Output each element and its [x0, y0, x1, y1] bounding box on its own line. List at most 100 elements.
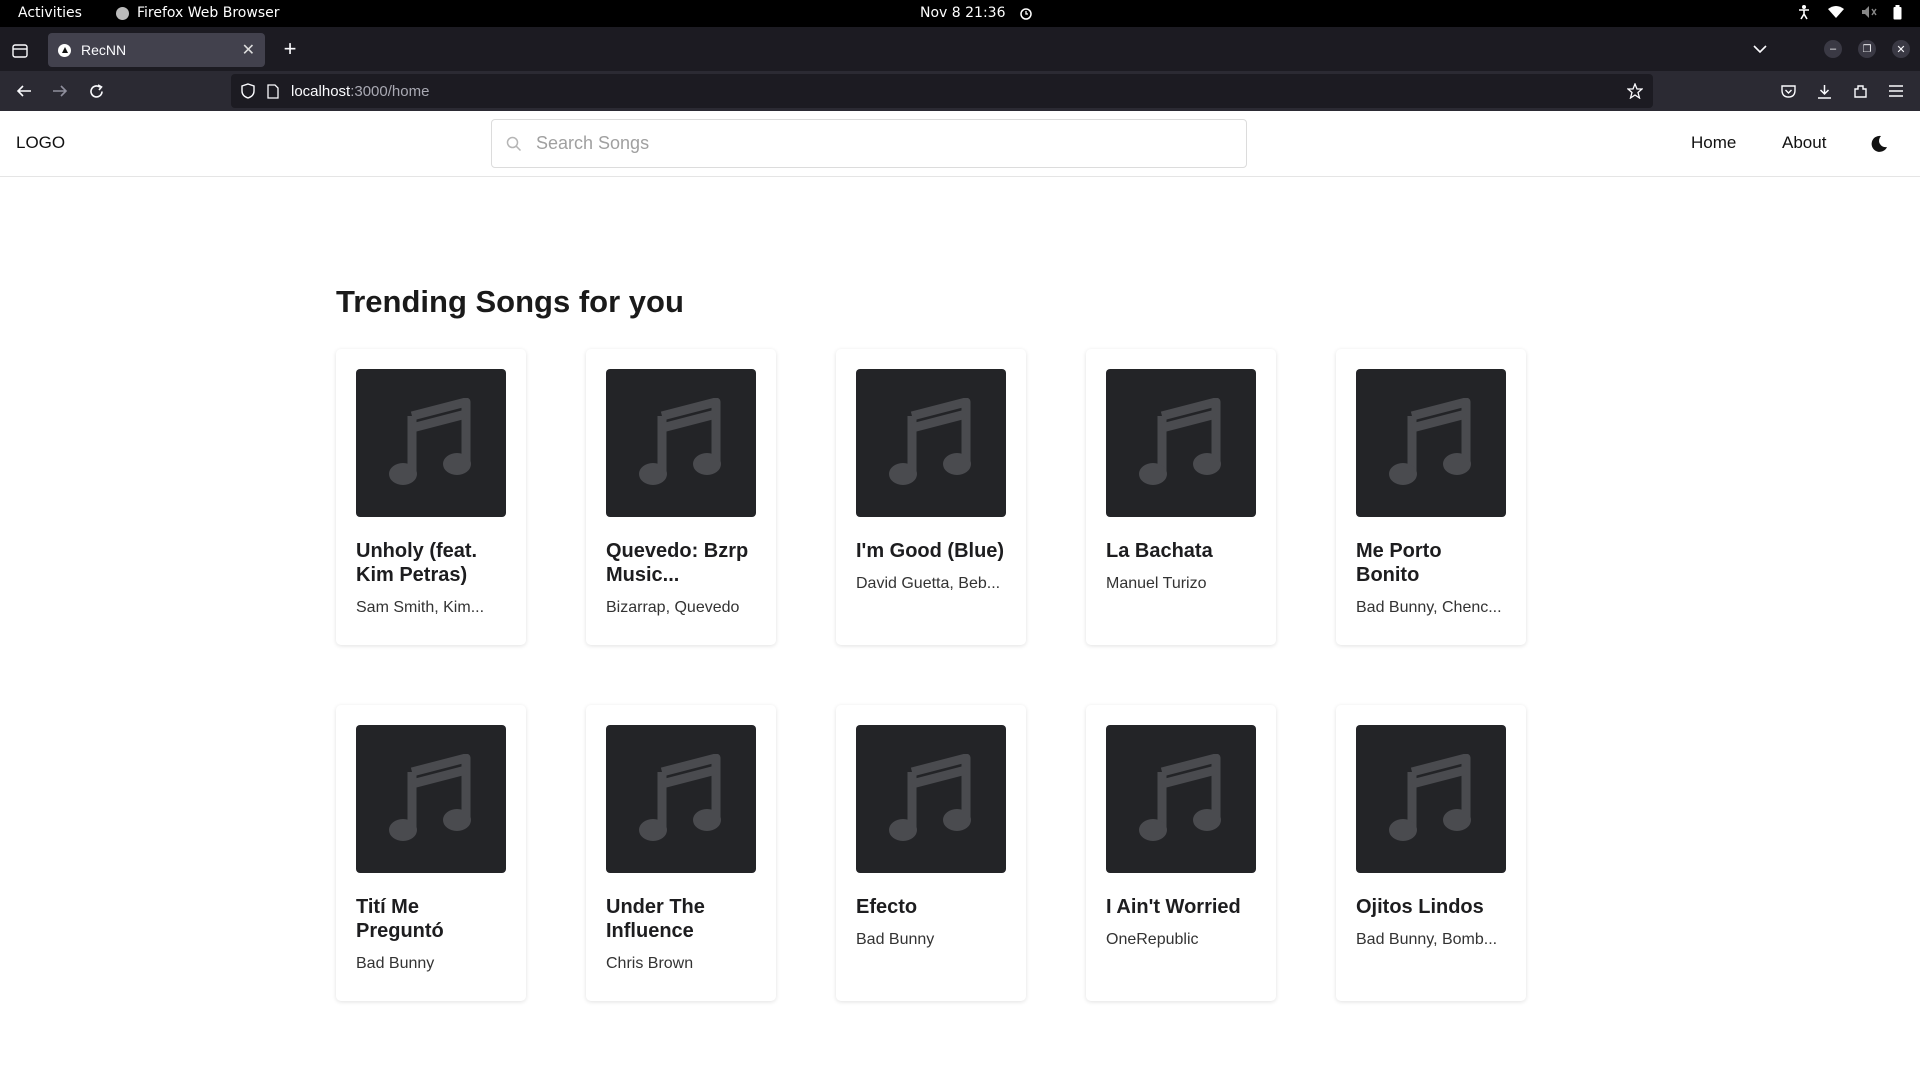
song-title[interactable]: Ojitos Lindos: [1356, 895, 1506, 919]
album-cover[interactable]: [1356, 725, 1506, 873]
clock[interactable]: Nov 8 21:36: [920, 5, 1033, 21]
tab-recnn[interactable]: RecNN ✕: [48, 33, 265, 67]
music-note-icon: [639, 398, 721, 485]
song-title[interactable]: Me Porto Bonito: [1356, 539, 1506, 587]
song-title[interactable]: La Bachata: [1106, 539, 1256, 563]
song-artist: David Guetta, Beb...: [856, 575, 1001, 592]
restore-icon[interactable]: ❐: [1858, 40, 1876, 58]
menu-icon[interactable]: [1884, 79, 1908, 103]
browser-tab-strip: RecNN ✕ + – ❐ ✕: [0, 27, 1920, 71]
reload-icon[interactable]: [84, 79, 108, 103]
album-cover[interactable]: [1106, 369, 1256, 517]
song-card[interactable]: La Bachata Manuel Turizo: [1086, 349, 1276, 645]
volume-muted-icon: [1862, 6, 1877, 18]
album-cover[interactable]: [1106, 725, 1256, 873]
url-path: :3000/home: [350, 82, 430, 100]
search-icon: [506, 136, 522, 151]
search-box[interactable]: [491, 119, 1247, 168]
album-cover[interactable]: [606, 725, 756, 873]
list-all-tabs-icon[interactable]: [1748, 37, 1772, 61]
music-note-icon: [889, 398, 971, 485]
song-artist: Bizarrap, Quevedo: [606, 599, 740, 616]
browser-nav-bar: localhost:3000/home: [0, 71, 1920, 111]
forward-icon[interactable]: [48, 79, 72, 103]
web-page: LOGO Home About Trending Songs for you U…: [0, 111, 1920, 1080]
tab-close-icon[interactable]: ✕: [242, 40, 255, 60]
site-logo[interactable]: LOGO: [16, 133, 65, 153]
datetime-label: Nov 8 21:36: [920, 5, 1006, 21]
shield-icon[interactable]: [241, 83, 255, 99]
app-menu[interactable]: Firefox Web Browser: [116, 5, 280, 21]
tab-favicon-icon: [58, 43, 71, 57]
music-note-icon: [1139, 398, 1221, 485]
address-bar[interactable]: localhost:3000/home: [231, 74, 1653, 108]
nav-link-home[interactable]: Home: [1691, 133, 1736, 153]
song-card[interactable]: Under The Influence Chris Brown: [586, 705, 776, 1001]
url-text: localhost:3000/home: [291, 83, 429, 100]
song-card[interactable]: Tití Me Preguntó Bad Bunny: [336, 705, 526, 1001]
song-artist: Chris Brown: [606, 955, 694, 972]
song-title[interactable]: Unholy (feat. Kim Petras): [356, 539, 506, 587]
section-title: Trending Songs for you: [336, 284, 684, 319]
tab-title: RecNN: [81, 42, 127, 58]
firefox-view-icon[interactable]: [8, 39, 32, 63]
music-note-icon: [389, 398, 471, 485]
music-note-icon: [1389, 754, 1471, 841]
song-title[interactable]: I'm Good (Blue): [856, 539, 1006, 563]
song-artist: Manuel Turizo: [1106, 575, 1207, 592]
song-card[interactable]: Quevedo: Bzrp Music... Bizarrap, Quevedo: [586, 349, 776, 645]
page-info-icon[interactable]: [267, 83, 279, 99]
new-tab-icon[interactable]: +: [278, 36, 302, 61]
song-artist: OneRepublic: [1106, 931, 1199, 948]
song-card[interactable]: I'm Good (Blue) David Guetta, Beb...: [836, 349, 1026, 645]
music-note-icon: [1389, 398, 1471, 485]
song-card[interactable]: Efecto Bad Bunny: [836, 705, 1026, 1001]
url-host: localhost: [291, 82, 351, 100]
wifi-icon: [1828, 6, 1844, 18]
site-header: LOGO Home About: [0, 111, 1920, 177]
music-note-icon: [639, 754, 721, 841]
song-card[interactable]: Ojitos Lindos Bad Bunny, Bomb...: [1336, 705, 1526, 1001]
album-cover[interactable]: [1356, 369, 1506, 517]
back-icon[interactable]: [12, 79, 36, 103]
system-top-bar: Activities Firefox Web Browser Nov 8 21:…: [0, 0, 1920, 27]
pocket-icon[interactable]: [1776, 79, 1800, 103]
music-note-icon: [889, 754, 971, 841]
battery-icon: [1893, 4, 1902, 19]
music-note-icon: [1139, 754, 1221, 841]
song-title[interactable]: Efecto: [856, 895, 1006, 919]
search-input[interactable]: [536, 133, 1216, 154]
song-title[interactable]: Quevedo: Bzrp Music...: [606, 539, 756, 587]
dark-mode-moon-icon[interactable]: [1869, 134, 1889, 154]
song-card[interactable]: I Ain't Worried OneRepublic: [1086, 705, 1276, 1001]
system-tray[interactable]: [1797, 4, 1902, 20]
song-card[interactable]: Unholy (feat. Kim Petras) Sam Smith, Kim…: [336, 349, 526, 645]
song-artist: Bad Bunny, Bomb...: [1356, 931, 1498, 948]
window-close-icon[interactable]: ✕: [1892, 40, 1910, 58]
album-cover[interactable]: [856, 725, 1006, 873]
song-artist: Bad Bunny, Chenc...: [1356, 599, 1502, 616]
song-artist: Sam Smith, Kim...: [356, 599, 485, 616]
firefox-icon: [116, 6, 129, 20]
album-cover[interactable]: [356, 725, 506, 873]
song-artist: Bad Bunny: [856, 931, 935, 948]
album-cover[interactable]: [856, 369, 1006, 517]
minimize-icon[interactable]: –: [1824, 40, 1842, 58]
song-title[interactable]: Tití Me Preguntó: [356, 895, 506, 943]
downloads-icon[interactable]: [1812, 79, 1836, 103]
extensions-icon[interactable]: [1848, 79, 1872, 103]
album-cover[interactable]: [356, 369, 506, 517]
app-name-label: Firefox Web Browser: [137, 5, 280, 21]
song-title[interactable]: I Ain't Worried: [1106, 895, 1256, 919]
song-artist: Bad Bunny: [356, 955, 435, 972]
bookmark-star-icon[interactable]: [1627, 83, 1643, 99]
music-note-icon: [389, 754, 471, 841]
activities-button[interactable]: Activities: [18, 5, 82, 21]
song-title[interactable]: Under The Influence: [606, 895, 756, 943]
nav-link-about[interactable]: About: [1782, 133, 1826, 153]
accessibility-icon: [1799, 5, 1809, 20]
album-cover[interactable]: [606, 369, 756, 517]
alarm-icon: [1020, 8, 1033, 20]
song-grid: Unholy (feat. Kim Petras) Sam Smith, Kim…: [336, 349, 1526, 1001]
song-card[interactable]: Me Porto Bonito Bad Bunny, Chenc...: [1336, 349, 1526, 645]
